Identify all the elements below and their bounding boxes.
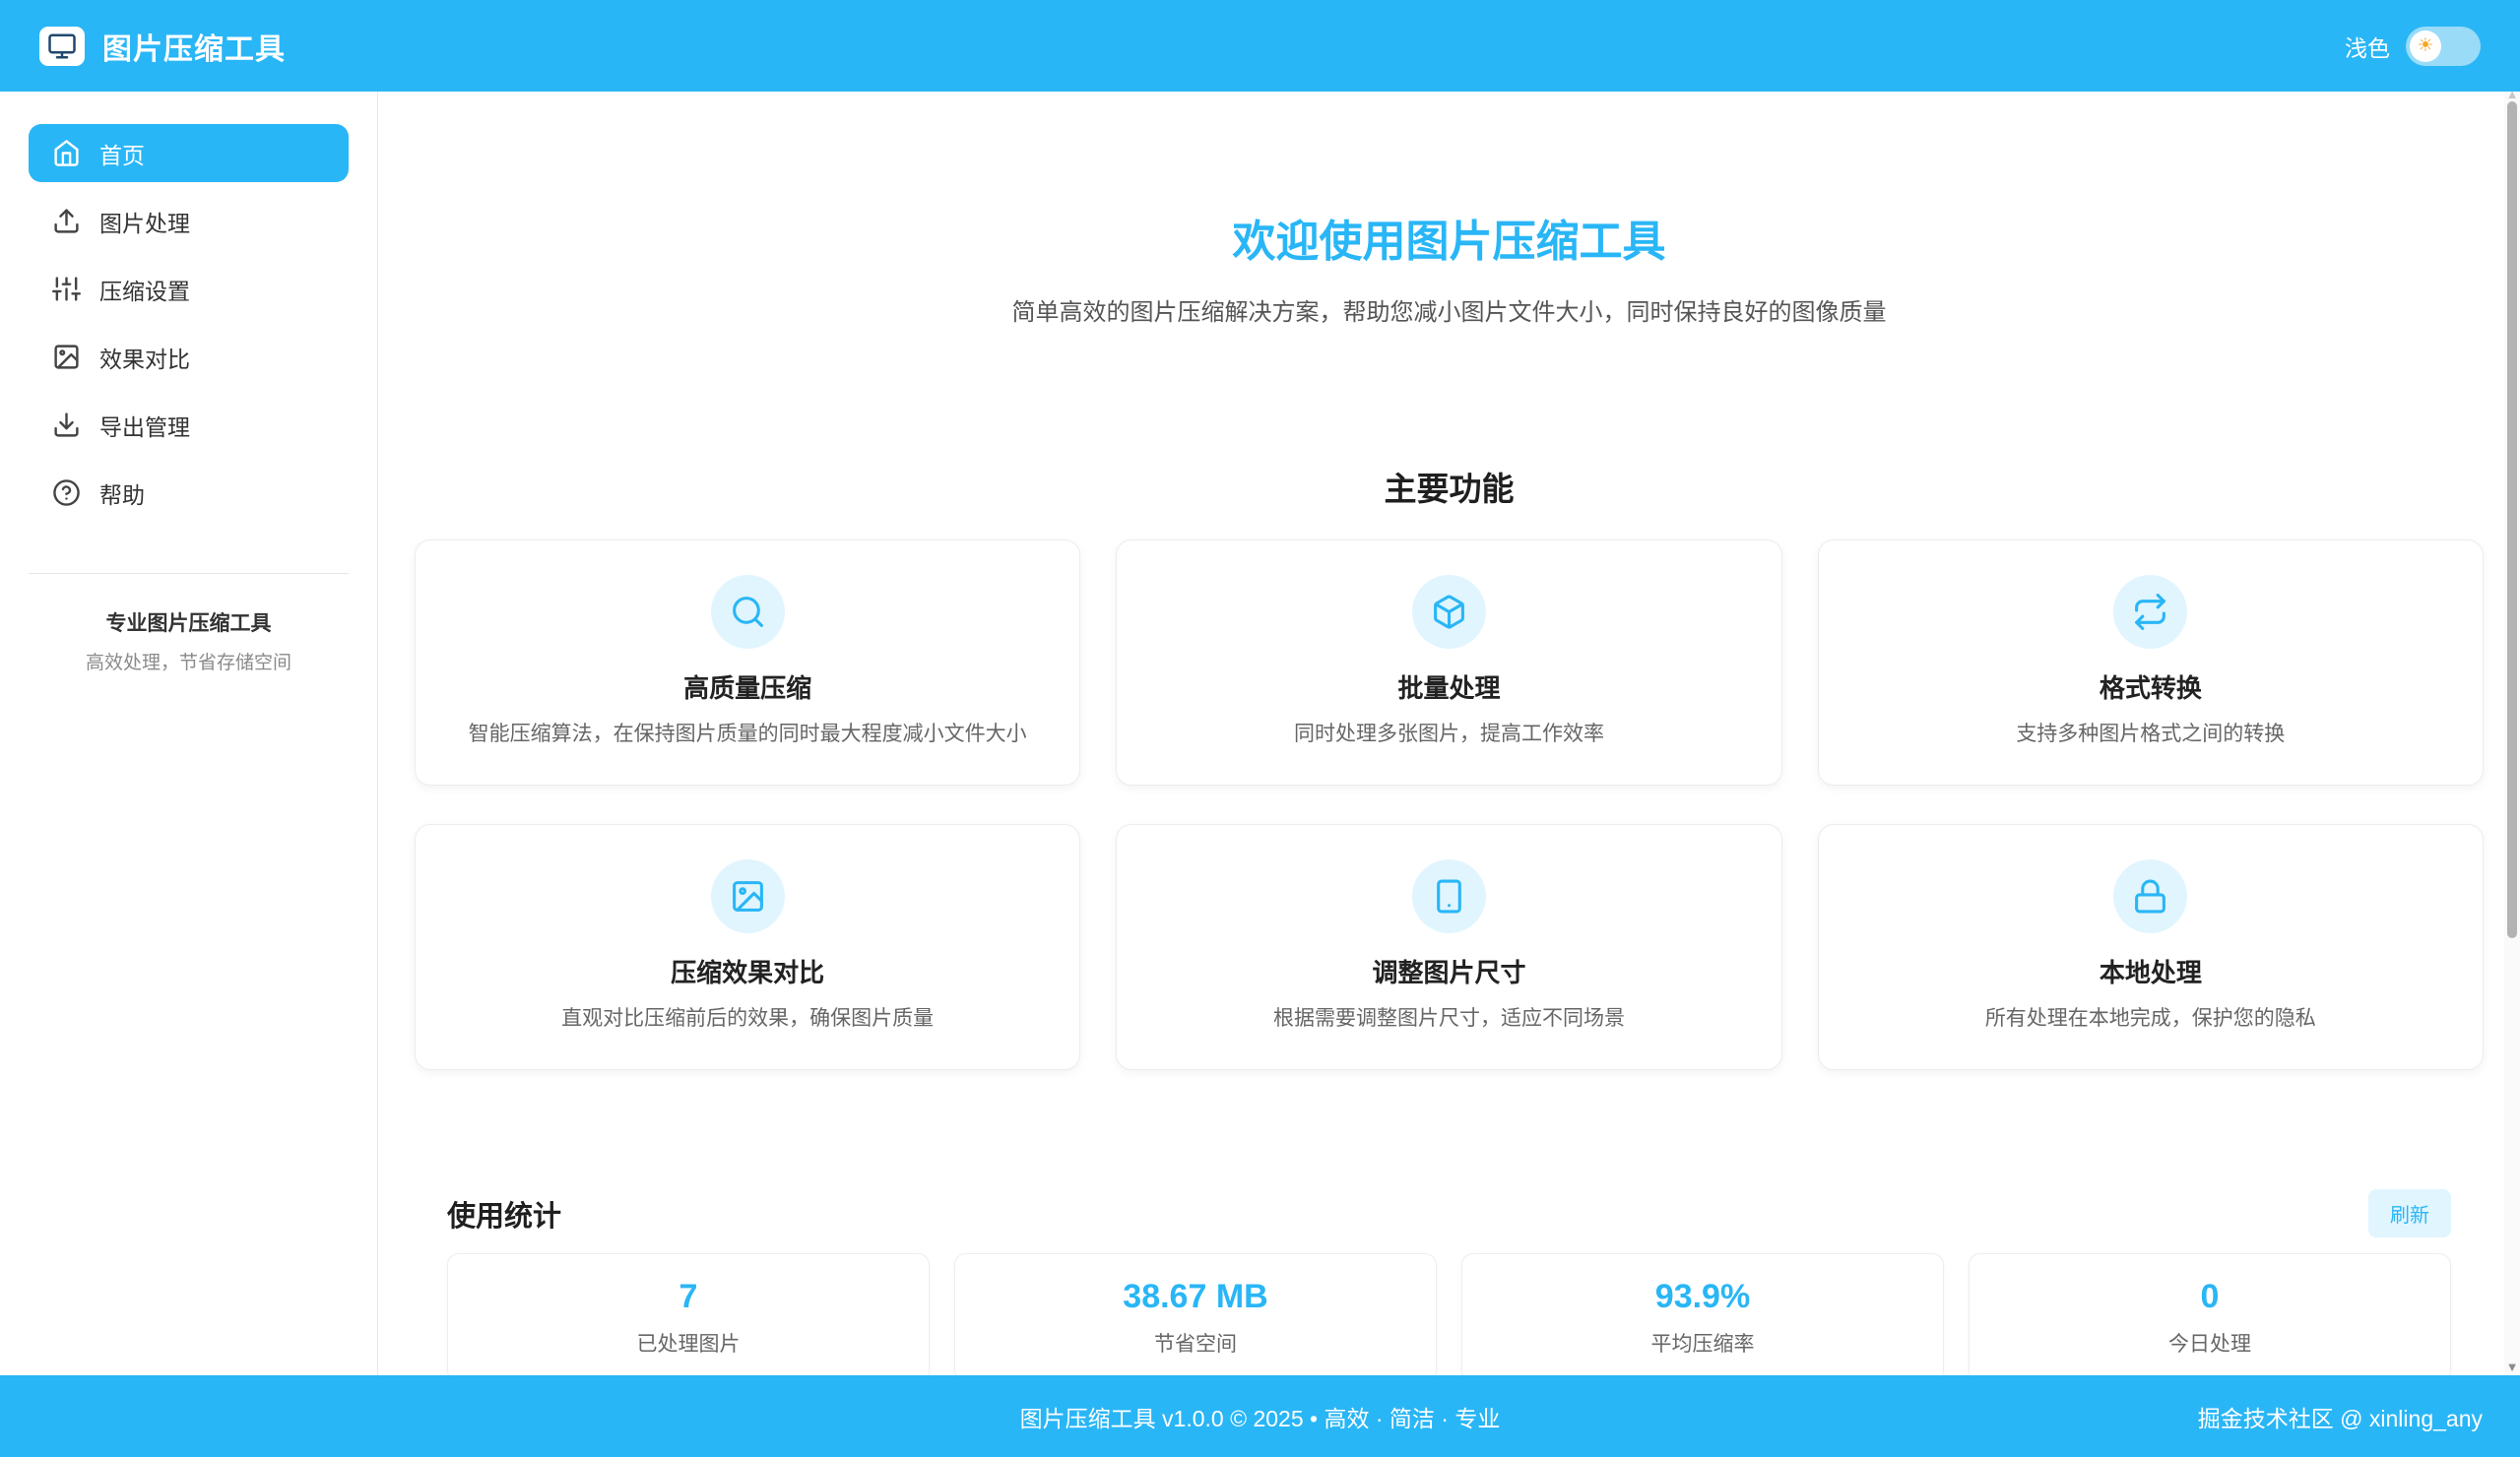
- top-header: 图片压缩工具 浅色 ☀: [0, 0, 2520, 92]
- lock-icon: [2113, 859, 2187, 933]
- feature-card-local-processing: 本地处理 所有处理在本地完成，保护您的隐私: [1818, 824, 2484, 1070]
- stat-card-space-saved: 38.67 MB 节省空间: [954, 1253, 1437, 1375]
- stat-card-processed-images: 7 已处理图片: [447, 1253, 930, 1375]
- feature-card-high-quality-compression: 高质量压缩 智能压缩算法，在保持图片质量的同时最大程度减小文件大小: [415, 539, 1080, 786]
- sidebar-item-label: 效果对比: [99, 341, 190, 374]
- stat-value: 93.9%: [1655, 1278, 1750, 1316]
- feature-title: 批量处理: [1397, 668, 1500, 705]
- sidebar-item-label: 帮助: [99, 476, 145, 510]
- feature-title: 调整图片尺寸: [1372, 953, 1525, 989]
- feature-title: 高质量压缩: [683, 668, 811, 705]
- sidebar-footer: 专业图片压缩工具 高效处理，节省存储空间: [0, 607, 377, 674]
- stat-label: 今日处理: [2168, 1328, 2251, 1358]
- feature-desc: 智能压缩算法，在保持图片质量的同时最大程度减小文件大小: [469, 720, 1027, 749]
- stat-label: 节省空间: [1154, 1328, 1237, 1358]
- stat-value: 0: [2201, 1278, 2220, 1316]
- sidebar-nav: 首页 图片处理 压缩设置: [0, 124, 377, 532]
- features-section-title: 主要功能: [415, 463, 2484, 510]
- footer-credit: 掘金技术社区 @ xinling_any: [2198, 1400, 2483, 1433]
- stats-section: 使用统计 刷新 7 已处理图片 38.67 MB 节省空间 93.9% 平均压缩…: [415, 1189, 2484, 1375]
- stat-value: 7: [679, 1278, 698, 1316]
- sidebar-item-label: 导出管理: [99, 409, 190, 442]
- stat-label: 平均压缩率: [1651, 1328, 1755, 1358]
- scrollbar[interactable]: ▲ ▼: [2504, 92, 2520, 1375]
- app-window: 图片压缩工具 浅色 ☀ 首页: [0, 0, 2520, 1457]
- feature-desc: 同时处理多张图片，提高工作效率: [1294, 720, 1604, 749]
- sidebar-item-help[interactable]: 帮助: [29, 464, 349, 522]
- repeat-icon: [2113, 575, 2187, 649]
- help-circle-icon: [52, 478, 81, 507]
- stats-title: 使用统计: [447, 1193, 561, 1235]
- stat-value: 38.67 MB: [1123, 1278, 1267, 1316]
- stat-card-today-processed: 0 今日处理: [1969, 1253, 2451, 1375]
- feature-desc: 根据需要调整图片尺寸，适应不同场景: [1273, 1004, 1625, 1034]
- main-content: 欢迎使用图片压缩工具 简单高效的图片压缩解决方案，帮助您减小图片文件大小，同时保…: [378, 92, 2520, 1375]
- sidebar-item-label: 图片处理: [99, 205, 190, 238]
- scroll-down-arrow[interactable]: ▼: [2506, 1361, 2519, 1373]
- theme-label: 浅色: [2345, 30, 2390, 63]
- footer-text: 图片压缩工具 v1.0.0 © 2025 • 高效 · 简洁 · 专业: [1020, 1400, 1501, 1433]
- scroll-up-arrow[interactable]: ▲: [2506, 88, 2519, 100]
- upload-icon: [52, 207, 81, 235]
- app-title: 图片压缩工具: [102, 25, 286, 68]
- features-grid: 高质量压缩 智能压缩算法，在保持图片质量的同时最大程度减小文件大小 批量处理 同…: [415, 539, 2484, 1070]
- scrollbar-thumb[interactable]: [2507, 101, 2517, 938]
- feature-card-format-conversion: 格式转换 支持多种图片格式之间的转换: [1818, 539, 2484, 786]
- theme-toggle[interactable]: ☀: [2406, 27, 2481, 66]
- sun-icon: ☀: [2410, 31, 2441, 62]
- welcome-subtitle: 简单高效的图片压缩解决方案，帮助您减小图片文件大小，同时保持良好的图像质量: [415, 292, 2484, 327]
- stat-card-average-compression: 93.9% 平均压缩率: [1461, 1253, 1944, 1375]
- sidebar: 首页 图片处理 压缩设置: [0, 92, 378, 1375]
- welcome-title: 欢迎使用图片压缩工具: [415, 206, 2484, 269]
- sidebar-footer-subtitle: 高效处理，节省存储空间: [24, 648, 354, 674]
- sidebar-item-compression-settings[interactable]: 压缩设置: [29, 260, 349, 318]
- home-icon: [52, 139, 81, 167]
- sidebar-footer-title: 专业图片压缩工具: [24, 607, 354, 637]
- sidebar-item-label: 首页: [99, 137, 145, 170]
- feature-title: 本地处理: [2100, 953, 2202, 989]
- feature-card-resize-image: 调整图片尺寸 根据需要调整图片尺寸，适应不同场景: [1116, 824, 1781, 1070]
- feature-card-batch-processing: 批量处理 同时处理多张图片，提高工作效率: [1116, 539, 1781, 786]
- feature-title: 格式转换: [2100, 668, 2202, 705]
- sidebar-divider: [29, 573, 349, 574]
- theme-control: 浅色 ☀: [2345, 27, 2481, 66]
- stat-label: 已处理图片: [637, 1328, 741, 1358]
- feature-card-compression-compare: 压缩效果对比 直观对比压缩前后的效果，确保图片质量: [415, 824, 1080, 1070]
- feature-title: 压缩效果对比: [671, 953, 824, 989]
- app-brand: 图片压缩工具: [39, 25, 286, 68]
- middle-area: 首页 图片处理 压缩设置: [0, 92, 2520, 1375]
- refresh-button[interactable]: 刷新: [2368, 1189, 2451, 1237]
- feature-desc: 直观对比压缩前后的效果，确保图片质量: [561, 1004, 934, 1034]
- smartphone-icon: [1412, 859, 1486, 933]
- stats-header: 使用统计 刷新: [447, 1189, 2451, 1237]
- monitor-icon: [39, 27, 85, 66]
- sidebar-item-label: 压缩设置: [99, 273, 190, 306]
- sidebar-item-home[interactable]: 首页: [29, 124, 349, 182]
- image-compare-icon: [52, 343, 81, 371]
- feature-desc: 所有处理在本地完成，保护您的隐私: [1985, 1004, 2316, 1034]
- sidebar-item-effect-compare[interactable]: 效果对比: [29, 328, 349, 386]
- stats-grid: 7 已处理图片 38.67 MB 节省空间 93.9% 平均压缩率 0 今日处理: [447, 1253, 2451, 1375]
- footer: 图片压缩工具 v1.0.0 © 2025 • 高效 · 简洁 · 专业 掘金技术…: [0, 1375, 2520, 1457]
- image-icon: [711, 859, 785, 933]
- magnifier-icon: [711, 575, 785, 649]
- feature-desc: 支持多种图片格式之间的转换: [2016, 720, 2285, 749]
- download-icon: [52, 411, 81, 439]
- sidebar-item-image-processing[interactable]: 图片处理: [29, 192, 349, 250]
- cube-icon: [1412, 575, 1486, 649]
- sliders-icon: [52, 275, 81, 303]
- sidebar-item-export-management[interactable]: 导出管理: [29, 396, 349, 454]
